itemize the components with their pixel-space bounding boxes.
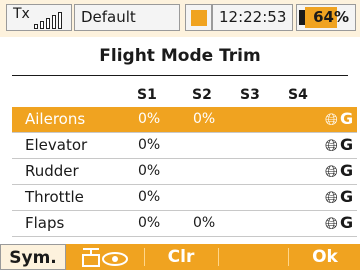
title-divider bbox=[12, 75, 348, 76]
row-value-s1[interactable]: 0% bbox=[138, 111, 160, 127]
scope-global-label[interactable]: G bbox=[340, 161, 353, 180]
model-name-box[interactable]: Default bbox=[74, 4, 180, 31]
page-title: Flight Mode Trim bbox=[99, 46, 261, 66]
scope-global-label[interactable]: G bbox=[340, 213, 353, 232]
row-function-name: Ailerons bbox=[25, 110, 86, 128]
row-value-s1[interactable]: 0% bbox=[138, 215, 160, 231]
servo-view-button[interactable] bbox=[72, 244, 138, 270]
tx-signal-indicator: Tx bbox=[6, 4, 72, 31]
servo-eye-icon bbox=[82, 248, 128, 267]
battery-percent-box: 64% bbox=[296, 4, 356, 31]
column-header-s3: S3 bbox=[240, 87, 260, 103]
table-row-rudder[interactable]: Rudder 0% 🌐︎ G bbox=[12, 159, 357, 184]
tx-label: Tx bbox=[13, 6, 30, 22]
clock-time: 12:22:53 bbox=[219, 8, 287, 26]
row-function-name: Flaps bbox=[25, 214, 65, 232]
row-function-name: Elevator bbox=[25, 136, 88, 154]
row-function-name: Rudder bbox=[25, 162, 79, 180]
softkey-separator bbox=[144, 248, 145, 266]
scope-global-label[interactable]: G bbox=[340, 187, 353, 206]
globe-icon: 🌐︎ bbox=[325, 214, 338, 233]
table-row-throttle[interactable]: Throttle 0% 🌐︎ G bbox=[12, 185, 357, 210]
row-value-s1[interactable]: 0% bbox=[138, 163, 160, 179]
softkey-bar: Sym. Clr Ok bbox=[0, 244, 360, 270]
battery-status-icon bbox=[191, 10, 207, 26]
softkey-separator bbox=[288, 248, 289, 266]
globe-icon: 🌐︎ bbox=[325, 110, 338, 129]
globe-icon: 🌐︎ bbox=[325, 162, 338, 181]
model-name: Default bbox=[81, 8, 136, 26]
column-header-s1: S1 bbox=[137, 87, 157, 103]
table-row-ailerons[interactable]: Ailerons 0% 0% 🌐︎ G bbox=[12, 107, 357, 132]
globe-icon: 🌐︎ bbox=[325, 136, 338, 155]
scope-global-label[interactable]: G bbox=[340, 135, 353, 154]
row-value-s1[interactable]: 0% bbox=[138, 137, 160, 153]
row-value-s1[interactable]: 0% bbox=[138, 189, 160, 205]
clear-button[interactable]: Clr bbox=[148, 244, 214, 270]
softkey-separator bbox=[218, 248, 219, 266]
sym-button[interactable]: Sym. bbox=[0, 244, 66, 270]
row-function-name: Throttle bbox=[25, 188, 84, 206]
status-bar: Tx Default 12:22:53 64% bbox=[0, 0, 360, 37]
row-value-s2[interactable]: 0% bbox=[193, 215, 215, 231]
ok-button[interactable]: Ok bbox=[290, 244, 360, 270]
table-row-flaps[interactable]: Flaps 0% 0% 🌐︎ G bbox=[12, 211, 357, 236]
column-header-s4: S4 bbox=[288, 87, 308, 103]
battery-percent: 64% bbox=[313, 8, 349, 26]
flight-mode-trim-screen: Tx Default 12:22:53 64% Flight Mode Trim bbox=[0, 0, 360, 270]
row-value-s2[interactable]: 0% bbox=[193, 111, 215, 127]
globe-icon: 🌐︎ bbox=[325, 188, 338, 207]
column-header-s2: S2 bbox=[192, 87, 212, 103]
row-divider bbox=[12, 236, 357, 237]
table-row-elevator[interactable]: Elevator 0% 🌐︎ G bbox=[12, 133, 357, 158]
receiver-battery-indicator bbox=[185, 4, 212, 31]
signal-bars-icon bbox=[34, 11, 64, 29]
scope-global-label[interactable]: G bbox=[340, 109, 353, 128]
clock-box: 12:22:53 bbox=[212, 4, 293, 31]
